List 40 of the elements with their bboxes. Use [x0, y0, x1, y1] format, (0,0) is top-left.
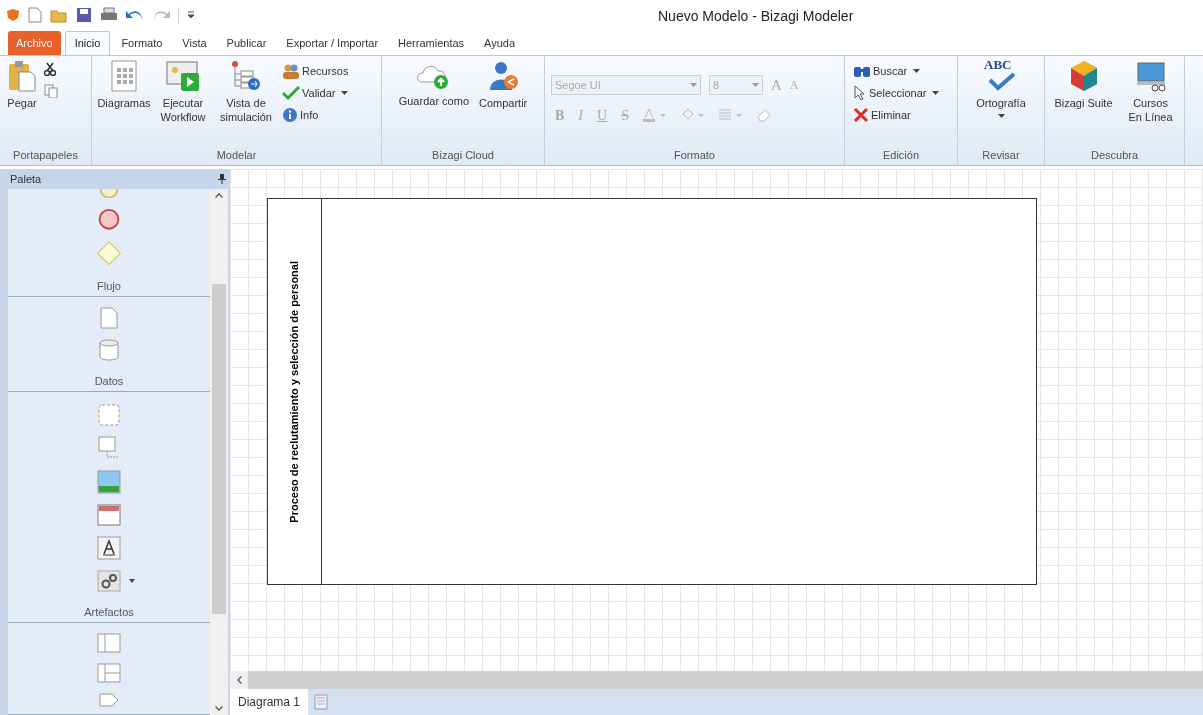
ribbon-tab[interactable]: Formato [112, 31, 172, 55]
group-label: Edición [881, 148, 921, 163]
ribbon-tab[interactable]: Ayuda [475, 31, 525, 55]
ribbon-button[interactable]: Seleccionar [853, 82, 927, 104]
group-label: Descubra [1089, 148, 1140, 163]
diagram-tab[interactable]: Diagrama 1 [230, 689, 309, 715]
icon-text: ABC [984, 58, 1012, 72]
ribbon-button[interactable]: Guardar como [395, 60, 472, 108]
ribbon-button[interactable]: Bizagi Suite [1051, 60, 1116, 110]
group-label: Bizagi Cloud [431, 148, 495, 163]
section-label: Flujo [97, 278, 121, 294]
ribbon-button[interactable]: Compartir [476, 60, 531, 110]
diagram-canvas[interactable]: Proceso de reclutamiento y selección de personal [230, 169, 1203, 671]
ribbon-button[interactable]: Vista de simulación [214, 60, 278, 124]
ribbon-tab[interactable]: Vista [173, 31, 216, 55]
ribbon-button[interactable]: ABC Ortografía [973, 60, 1029, 118]
pool[interactable]: Proceso de reclutamiento y selección de personal [267, 198, 1037, 585]
panel-title: Paleta [10, 171, 42, 187]
ribbon-tab[interactable]: Exportar / Importar [277, 31, 388, 55]
ribbon-button[interactable]: Eliminar [853, 104, 911, 126]
section-label: Artefactos [84, 604, 134, 620]
ribbon-tab[interactable]: Inicio [64, 31, 111, 55]
group-label: Formato [673, 148, 716, 163]
pool-label: Proceso de reclutamiento y selección de personal [287, 260, 302, 523]
group-label: Revisar [981, 148, 1021, 163]
ribbon-button[interactable]: Ejecutar Workflow [156, 60, 210, 124]
group-label: Modelar [215, 148, 258, 163]
ribbon-button[interactable]: Recursos [282, 60, 349, 82]
ribbon-tab[interactable]: Publicar [217, 31, 276, 55]
section-label: Datos [94, 373, 124, 389]
ribbon-button[interactable]: Buscar [853, 60, 908, 82]
ribbon-button[interactable]: Validar [282, 82, 336, 104]
ribbon-button[interactable]: Pegar [4, 60, 40, 110]
ribbon-button[interactable]: Cursos En Línea [1123, 60, 1178, 124]
pool-header[interactable]: Proceso de reclutamiento y selección de personal [268, 199, 322, 584]
ribbon-button[interactable]: Diagramas [96, 60, 152, 110]
ribbon-button[interactable]: Info [282, 104, 319, 126]
window-title: Nuevo Modelo - Bizagi Modeler [658, 7, 854, 26]
ribbon-tab[interactable]: Herramientas [389, 31, 474, 55]
group-label: Portapapeles [12, 148, 79, 163]
